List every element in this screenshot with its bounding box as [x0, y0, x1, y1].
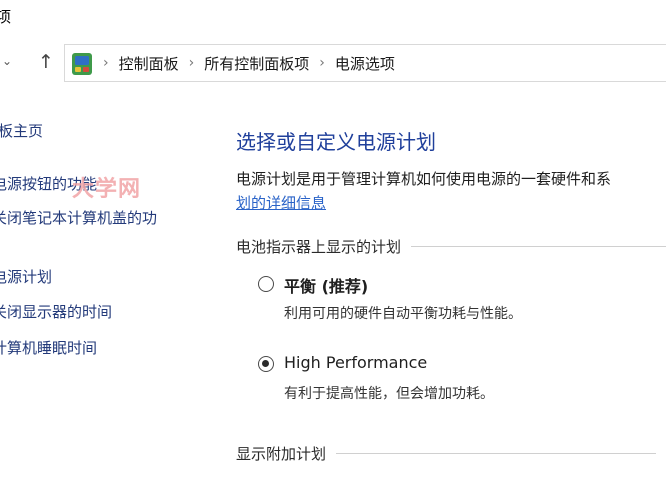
breadcrumb: › 控制面板 › 所有控制面板项 › 电源选项: [101, 45, 395, 81]
radio-high-performance[interactable]: [258, 356, 274, 372]
recent-locations-chevron-down-icon[interactable]: ⌄: [2, 54, 12, 68]
radio-balanced[interactable]: [258, 276, 274, 292]
left-link-home[interactable]: 板主页: [0, 120, 43, 141]
breadcrumb-power-options[interactable]: 电源选项: [335, 53, 395, 74]
extra-plans-toggle[interactable]: 显示附加计划: [236, 443, 657, 464]
left-link-sleep-time[interactable]: 计算机睡眠时间: [0, 337, 97, 358]
plan-description: 利用可用的硬件自动平衡功耗与性能。: [284, 306, 522, 322]
window-title: 项: [0, 8, 12, 26]
left-link-lid-close[interactable]: 关闭笔记本计算机盖的功: [0, 207, 157, 228]
breadcrumb-all-items[interactable]: 所有控制面板项: [204, 53, 309, 74]
section-divider: [411, 246, 666, 247]
chevron-right-icon[interactable]: ›: [319, 55, 325, 71]
up-arrow-icon[interactable]: ↑: [38, 50, 54, 74]
plan-details-link[interactable]: 划的详细信息: [236, 192, 326, 213]
chevron-right-icon[interactable]: ›: [103, 55, 109, 71]
battery-plans-label: 电池指示器上显示的计划: [236, 238, 402, 256]
watermark-logo: 大学网: [72, 177, 142, 202]
extra-plans-label[interactable]: 显示附加计划: [236, 443, 326, 464]
chevron-right-icon[interactable]: ›: [189, 55, 195, 71]
plan-description: 有利于提高性能，但会增加功耗。: [284, 386, 494, 402]
left-link-create-plan[interactable]: 电源计划: [0, 266, 52, 287]
plan-name[interactable]: High Performance: [284, 353, 427, 372]
breadcrumb-control-panel[interactable]: 控制面板: [119, 53, 179, 74]
section-divider: [336, 453, 657, 454]
address-bar[interactable]: › 控制面板 › 所有控制面板项 › 电源选项: [64, 44, 666, 82]
left-link-display-off[interactable]: 关闭显示器的时间: [0, 301, 112, 322]
plan-name[interactable]: 平衡 (推荐): [284, 273, 368, 297]
page-description: 电源计划是用于管理计算机如何使用电源的一套硬件和系: [236, 170, 612, 188]
radio-selected-dot: [262, 360, 269, 367]
battery-plans-section-heading: 电池指示器上显示的计划: [236, 236, 666, 257]
control-panel-icon: [72, 53, 92, 75]
page-title: 选择或自定义电源计划: [236, 130, 436, 154]
